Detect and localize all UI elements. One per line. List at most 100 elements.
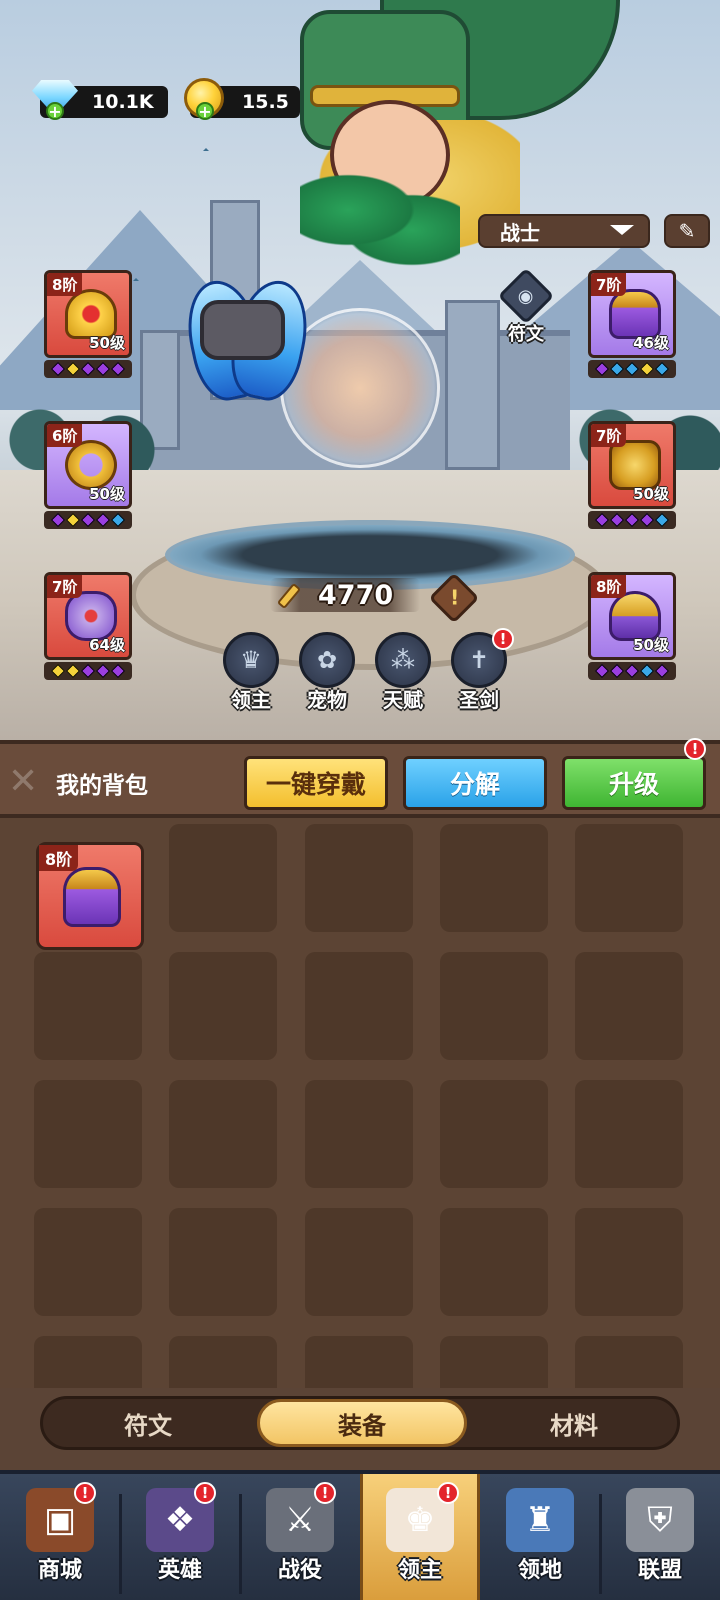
- inventory-slot-empty[interactable]: [575, 824, 683, 932]
- nav-alliance[interactable]: ⛨ 联盟: [600, 1474, 720, 1600]
- inventory-slot-empty[interactable]: [575, 952, 683, 1060]
- combat-power-value: 4770: [318, 579, 394, 611]
- gem-sockets: [588, 662, 676, 680]
- inventory-slot-empty[interactable]: [34, 952, 142, 1060]
- nav-campaign[interactable]: ⚔ 战役 !: [240, 1474, 360, 1600]
- equip-slot-helmet[interactable]: 7阶 46级: [588, 270, 676, 380]
- inventory-slot-empty[interactable]: [575, 1208, 683, 1316]
- pencil-icon: ✎: [678, 219, 696, 243]
- nav-label: 领主: [397, 1558, 442, 1583]
- tier-badge: 8阶: [47, 273, 83, 296]
- level-label: 50级: [633, 485, 669, 503]
- alert-badge: !: [314, 1482, 336, 1504]
- plus-icon[interactable]: +: [196, 102, 214, 120]
- inventory-slot-empty[interactable]: [169, 824, 277, 932]
- inventory-slot-empty[interactable]: [169, 952, 277, 1060]
- alert-badge: !: [194, 1482, 216, 1504]
- tier-badge: 8阶: [39, 845, 79, 871]
- inventory-slot-empty[interactable]: [575, 1080, 683, 1188]
- equip-card: 7阶 46级: [588, 270, 676, 358]
- inventory-slot-empty[interactable]: [440, 1208, 548, 1316]
- class-dropdown[interactable]: 战士: [478, 214, 650, 248]
- equip-slot-amulet[interactable]: 8阶 50级: [44, 270, 132, 380]
- disassemble-button[interactable]: 分解: [403, 756, 547, 810]
- equip-card: 7阶 64级: [44, 572, 132, 660]
- level-label: 64级: [89, 636, 125, 654]
- tier-badge: 7阶: [47, 575, 83, 598]
- nav-shop[interactable]: ▣ 商城 !: [0, 1474, 120, 1600]
- inventory-slot-empty[interactable]: [440, 824, 548, 932]
- crossed-swords-icon: ✕: [8, 761, 39, 802]
- knight-helmet-icon: ⛨: [626, 1488, 694, 1552]
- inventory-slot-empty[interactable]: [169, 1336, 277, 1388]
- nav-label: 英雄: [157, 1558, 202, 1583]
- inventory-slot-empty[interactable]: [169, 1080, 277, 1188]
- inventory-slot-empty[interactable]: [440, 1080, 548, 1188]
- inventory-slot-empty[interactable]: [305, 1208, 413, 1316]
- equip-slot-armor[interactable]: 7阶 50级: [588, 421, 676, 531]
- talent-nodes-icon: ⁂: [375, 632, 431, 688]
- gem-sockets: [44, 662, 132, 680]
- equip-card: 6阶 50级: [44, 421, 132, 509]
- equip-slot-bracer[interactable]: 7阶 64级: [44, 572, 132, 682]
- nav-lord[interactable]: ♚ 领主 !: [360, 1474, 480, 1600]
- feature-lord[interactable]: ♛ 领主: [218, 632, 284, 712]
- gold-counter[interactable]: + 15.5: [184, 78, 300, 120]
- inventory-slot-empty[interactable]: [169, 1208, 277, 1316]
- gem-sockets: [588, 360, 676, 378]
- equip-slot-gold-helmet[interactable]: 8阶 50级: [588, 572, 676, 682]
- bag-title: 我的背包: [56, 773, 148, 799]
- feature-pet[interactable]: ✿ 宠物: [294, 632, 360, 712]
- equip-slot-ring[interactable]: 6阶 50级: [44, 421, 132, 531]
- alert-badge: !: [492, 628, 514, 650]
- alert-badge: !: [74, 1482, 96, 1504]
- inventory-slot-empty[interactable]: [575, 1336, 683, 1388]
- sword-icon: [276, 582, 302, 610]
- nav-label: 战役: [277, 1558, 322, 1583]
- feature-label: 领主: [231, 688, 271, 712]
- inventory-slot-empty[interactable]: [305, 952, 413, 1060]
- tier-badge: 7阶: [591, 424, 627, 447]
- helmet-icon: [63, 867, 121, 927]
- tab-runes[interactable]: 符文: [43, 1399, 253, 1447]
- nav-territory[interactable]: ♜ 领地: [480, 1474, 600, 1600]
- combat-power: 4770: [270, 578, 420, 612]
- castle-icon: ♜: [506, 1488, 574, 1552]
- inventory-slot-empty[interactable]: [34, 1080, 142, 1188]
- inventory-slot-empty[interactable]: [305, 1336, 413, 1388]
- feature-label: 圣剑: [459, 688, 499, 712]
- bag-header: ✕ 我的背包 一键穿戴 分解 升级 !: [0, 738, 720, 818]
- nav-label: 商城: [37, 1558, 82, 1583]
- inventory-slot-empty[interactable]: [34, 1208, 142, 1316]
- pet-winged-rock[interactable]: [178, 274, 317, 406]
- tab-equipment[interactable]: 装备: [257, 1399, 467, 1447]
- eye-rune-icon: ◉: [497, 267, 555, 325]
- alert-badge: !: [437, 1482, 459, 1504]
- inventory-slot-empty[interactable]: [34, 1336, 142, 1388]
- alert-badge: !: [684, 738, 706, 760]
- upgrade-button[interactable]: 升级: [562, 756, 706, 810]
- inventory-slot-empty[interactable]: [440, 1336, 548, 1388]
- tier-badge: 7阶: [591, 273, 627, 296]
- gold-amount: 15.5: [242, 91, 289, 113]
- inventory-slot-empty[interactable]: [305, 1080, 413, 1188]
- inventory-slot-empty[interactable]: [305, 824, 413, 932]
- gem-counter[interactable]: + 10.1K: [32, 80, 168, 120]
- feature-talent[interactable]: ⁂ 天赋: [370, 632, 436, 712]
- inventory-item-helmet[interactable]: 8阶: [36, 842, 144, 950]
- edit-button[interactable]: ✎: [664, 214, 710, 248]
- paw-icon: ✿: [299, 632, 355, 688]
- inventory-slot-empty[interactable]: [440, 952, 548, 1060]
- plus-icon[interactable]: +: [46, 102, 64, 120]
- class-dropdown-value: 战士: [500, 220, 540, 245]
- rune-button[interactable]: ◉ 符文: [494, 267, 558, 352]
- level-label: 46级: [633, 334, 669, 352]
- nav-heroes[interactable]: ❖ 英雄 !: [120, 1474, 240, 1600]
- level-label: 50级: [633, 636, 669, 654]
- feature-holy-sword[interactable]: ✝ 圣剑 !: [446, 628, 514, 712]
- gem-sockets: [44, 511, 132, 529]
- nav-label: 领地: [517, 1558, 562, 1583]
- equip-all-button[interactable]: 一键穿戴: [244, 756, 388, 810]
- equip-card: 8阶 50级: [44, 270, 132, 358]
- tab-materials[interactable]: 材料: [469, 1399, 679, 1447]
